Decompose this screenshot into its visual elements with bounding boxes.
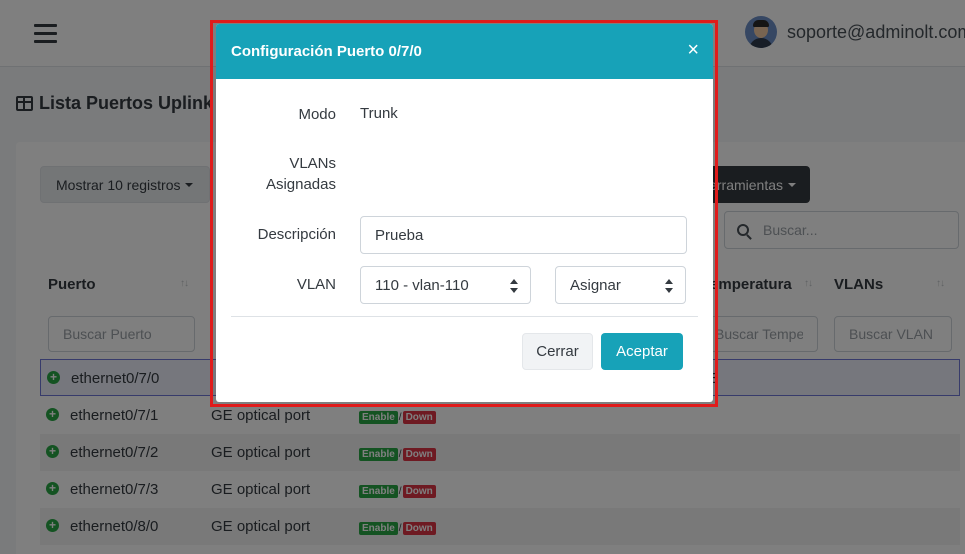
vlan-label: VLAN (296, 276, 336, 293)
modal-divider (231, 316, 698, 317)
close-icon[interactable]: × (687, 40, 699, 60)
select-arrows-icon (665, 279, 673, 293)
close-button[interactable]: Cerrar (522, 333, 593, 370)
vlans-assigned-label: VLANs Asignadas (224, 153, 336, 195)
modal-title: Configuración Puerto 0/7/0 (231, 43, 422, 60)
mode-label: Modo (298, 106, 336, 123)
action-select[interactable]: Asignar (555, 266, 686, 304)
vlan-select-value: 110 - vlan-110 (375, 276, 469, 294)
port-config-modal: Configuración Puerto 0/7/0 × Modo Trunk … (216, 24, 713, 402)
vlans-assigned-label-line2: Asignadas (265, 176, 336, 193)
vlans-assigned-label-line1: VLANs (289, 155, 336, 172)
description-label: Descripción (257, 226, 336, 243)
modal-header: Configuración Puerto 0/7/0 × (216, 24, 713, 79)
action-select-value: Asignar (570, 276, 621, 294)
vlan-select[interactable]: 110 - vlan-110 (360, 266, 531, 304)
mode-value: Trunk (360, 105, 398, 122)
description-input[interactable] (360, 216, 687, 254)
select-arrows-icon (510, 279, 518, 293)
accept-button[interactable]: Aceptar (601, 333, 683, 370)
